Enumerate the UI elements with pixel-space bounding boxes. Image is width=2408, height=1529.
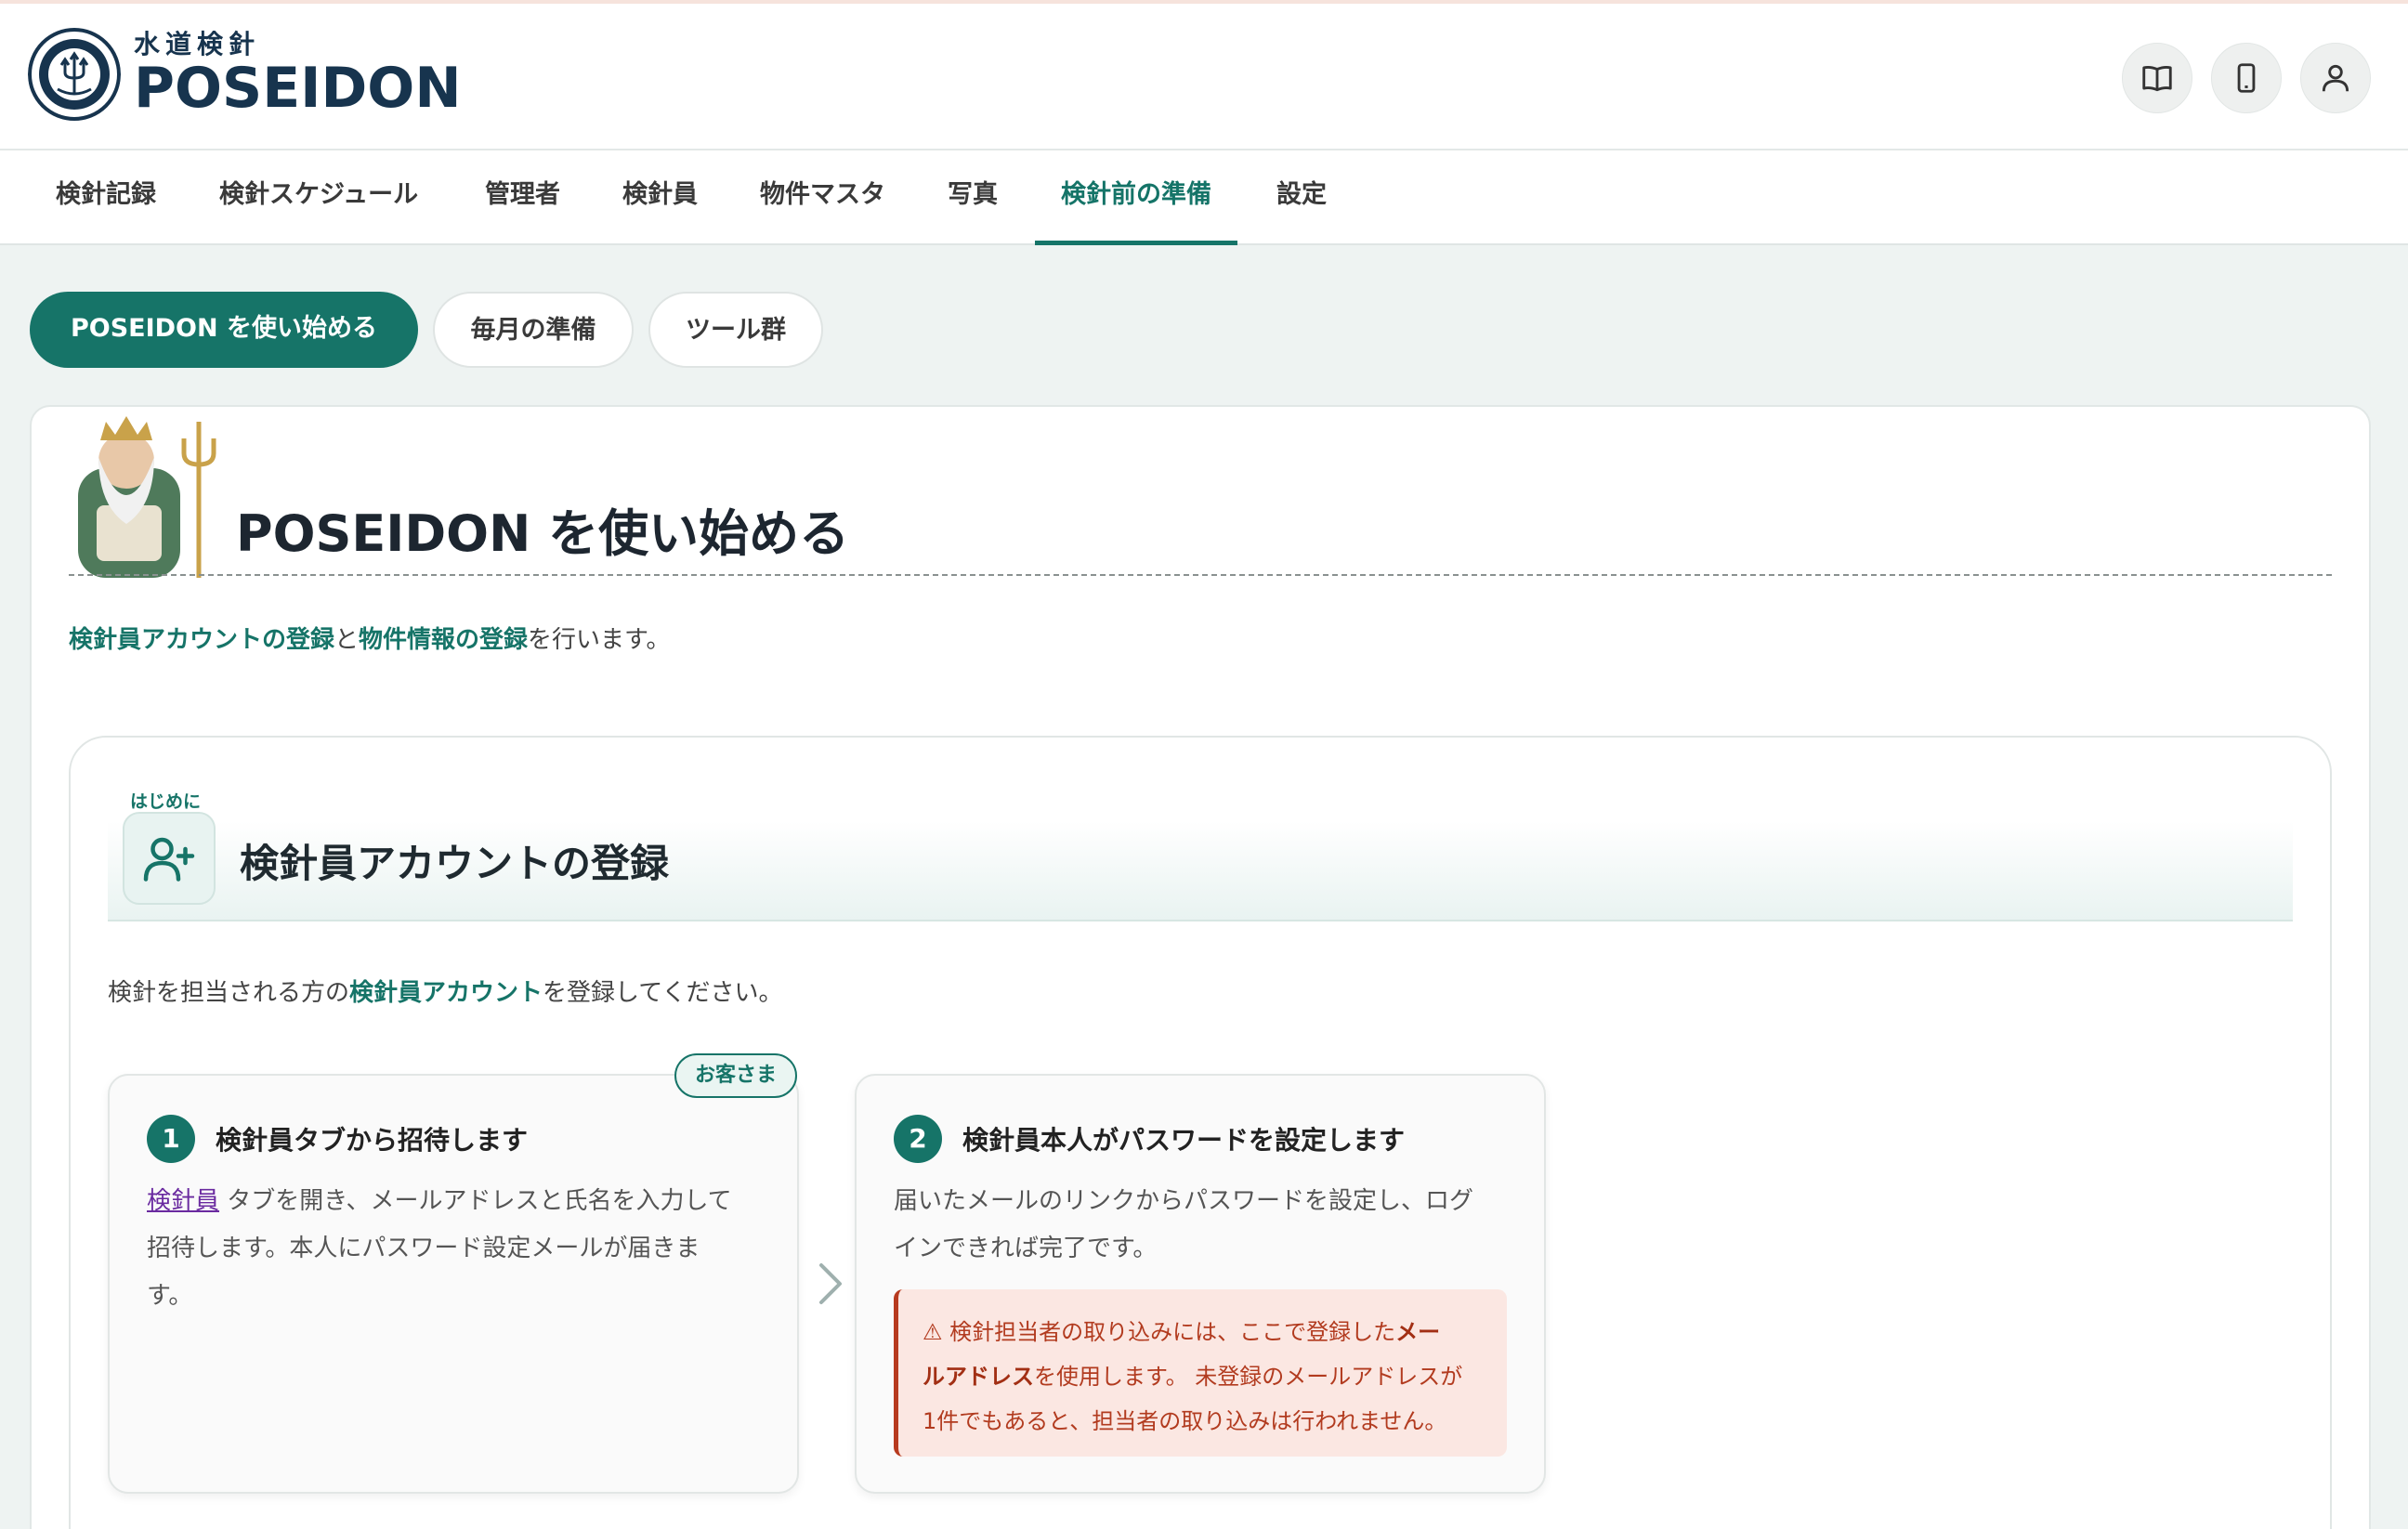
- logo-wordmark: POSEIDON: [134, 56, 462, 121]
- poseidon-mascot-illustration: [78, 416, 216, 578]
- step-card-2: 2 検針員本人がパスワードを設定します 届いたメールのリンクからパスワードを設定…: [855, 1074, 1546, 1494]
- title-divider: [69, 574, 2332, 576]
- warning-bold-2: ルアドレス: [923, 1364, 1034, 1390]
- step-title-2: 検針員本人がパスワードを設定します: [962, 1125, 1406, 1156]
- mobile-device-icon: [2237, 63, 2256, 93]
- section-desc-pre: 検針を担当される方の: [108, 979, 350, 1007]
- main-nav: 検針記録 検針スケジュール 管理者 検針員 物件マスタ 写真 検針前の準備 設定: [0, 150, 2408, 245]
- section-icon-box: [123, 812, 216, 905]
- tab-property-master[interactable]: 物件マスタ: [734, 150, 911, 245]
- poseidon-emblem-icon: [28, 28, 121, 121]
- manual-button[interactable]: [2122, 43, 2192, 113]
- step-body-1-line2: 招待します。本人にパスワード設定メールが届きま: [147, 1235, 700, 1262]
- page-title: POSEIDON を使い始める: [236, 504, 850, 563]
- section-kicker: はじめに: [130, 791, 202, 812]
- section-desc-highlight: 検針員アカウント: [349, 979, 543, 1007]
- tab-settings[interactable]: 設定: [1250, 150, 1353, 245]
- tab-photos[interactable]: 写真: [922, 150, 1024, 245]
- chevron-right-icon: [819, 1263, 842, 1304]
- intro-link-property-registration[interactable]: 物件情報の登録: [359, 626, 528, 654]
- step-number-1: 1: [147, 1115, 195, 1163]
- meter-reader-tab-link[interactable]: 検針員: [147, 1187, 219, 1215]
- section-description: 検針を担当される方の検針員アカウントを登録してください。: [108, 974, 782, 1008]
- step-body-2: 届いたメールのリンクからパスワードを設定し、ログ インできれば完了です。: [894, 1178, 1525, 1273]
- mobile-app-button[interactable]: [2211, 43, 2282, 113]
- warning-mid: を使用します。 未登録のメールアドレスが: [1034, 1364, 1463, 1390]
- subtab-getting-started[interactable]: POSEIDON を使い始める: [30, 292, 418, 368]
- section-desc-post: を登録してください。: [543, 979, 783, 1007]
- section-title: 検針員アカウントの登録: [240, 841, 670, 886]
- step-body-2-line2: インできれば完了です。: [894, 1235, 1158, 1262]
- step-number-2: 2: [894, 1115, 942, 1163]
- intro-link-reader-registration[interactable]: 検針員アカウントの登録: [69, 626, 334, 654]
- page-intro: 検針員アカウントの登録と物件情報の登録を行います。: [69, 621, 670, 655]
- step-body-1-line1: タブを開き、メールアドレスと氏名を入力して: [219, 1187, 732, 1215]
- app-logo[interactable]: 水道検針 POSEIDON: [28, 24, 462, 124]
- intro-tail: を行います。: [528, 626, 671, 654]
- subtab-tools[interactable]: ツール群: [648, 292, 823, 368]
- step-body-2-line1: 届いたメールのリンクからパスワードを設定し、ログ: [894, 1187, 1474, 1215]
- intro-conjunction: と: [334, 626, 360, 654]
- warning-callout: ⚠ 検針担当者の取り込みには、ここで登録したメールアドレスを使用します。 未登録…: [894, 1289, 1507, 1457]
- tab-reading-records[interactable]: 検針記録: [30, 150, 182, 245]
- tab-reading-schedule[interactable]: 検針スケジュール: [193, 150, 444, 245]
- account-button[interactable]: [2300, 43, 2371, 113]
- step-body-1-line3: す。: [147, 1282, 193, 1310]
- warning-pre: ⚠ 検針担当者の取り込みには、ここで登録した: [923, 1319, 1396, 1345]
- app-header: 水道検針 POSEIDON: [0, 4, 2408, 150]
- step-body-1: 検針員 タブを開き、メールアドレスと氏名を入力して招待します。本人にパスワード設…: [147, 1178, 779, 1320]
- tab-admins[interactable]: 管理者: [459, 150, 586, 245]
- step-card-1: 1 検針員タブから招待します 検針員 タブを開き、メールアドレスと氏名を入力して…: [108, 1074, 799, 1494]
- add-user-icon: [143, 837, 195, 882]
- warning-line3: 1件でもあると、担当者の取り込みは行われません。: [923, 1408, 1447, 1434]
- step-title-1: 検針員タブから招待します: [216, 1125, 529, 1156]
- tab-pre-reading-prep[interactable]: 検針前の準備: [1035, 150, 1237, 245]
- book-icon: [2142, 65, 2172, 92]
- warning-bold-1: メー: [1395, 1319, 1441, 1345]
- subtab-monthly-prep[interactable]: 毎月の準備: [433, 292, 634, 368]
- tab-meter-readers[interactable]: 検針員: [596, 150, 724, 245]
- customer-badge: お客さま: [674, 1053, 797, 1098]
- user-icon: [2322, 64, 2349, 92]
